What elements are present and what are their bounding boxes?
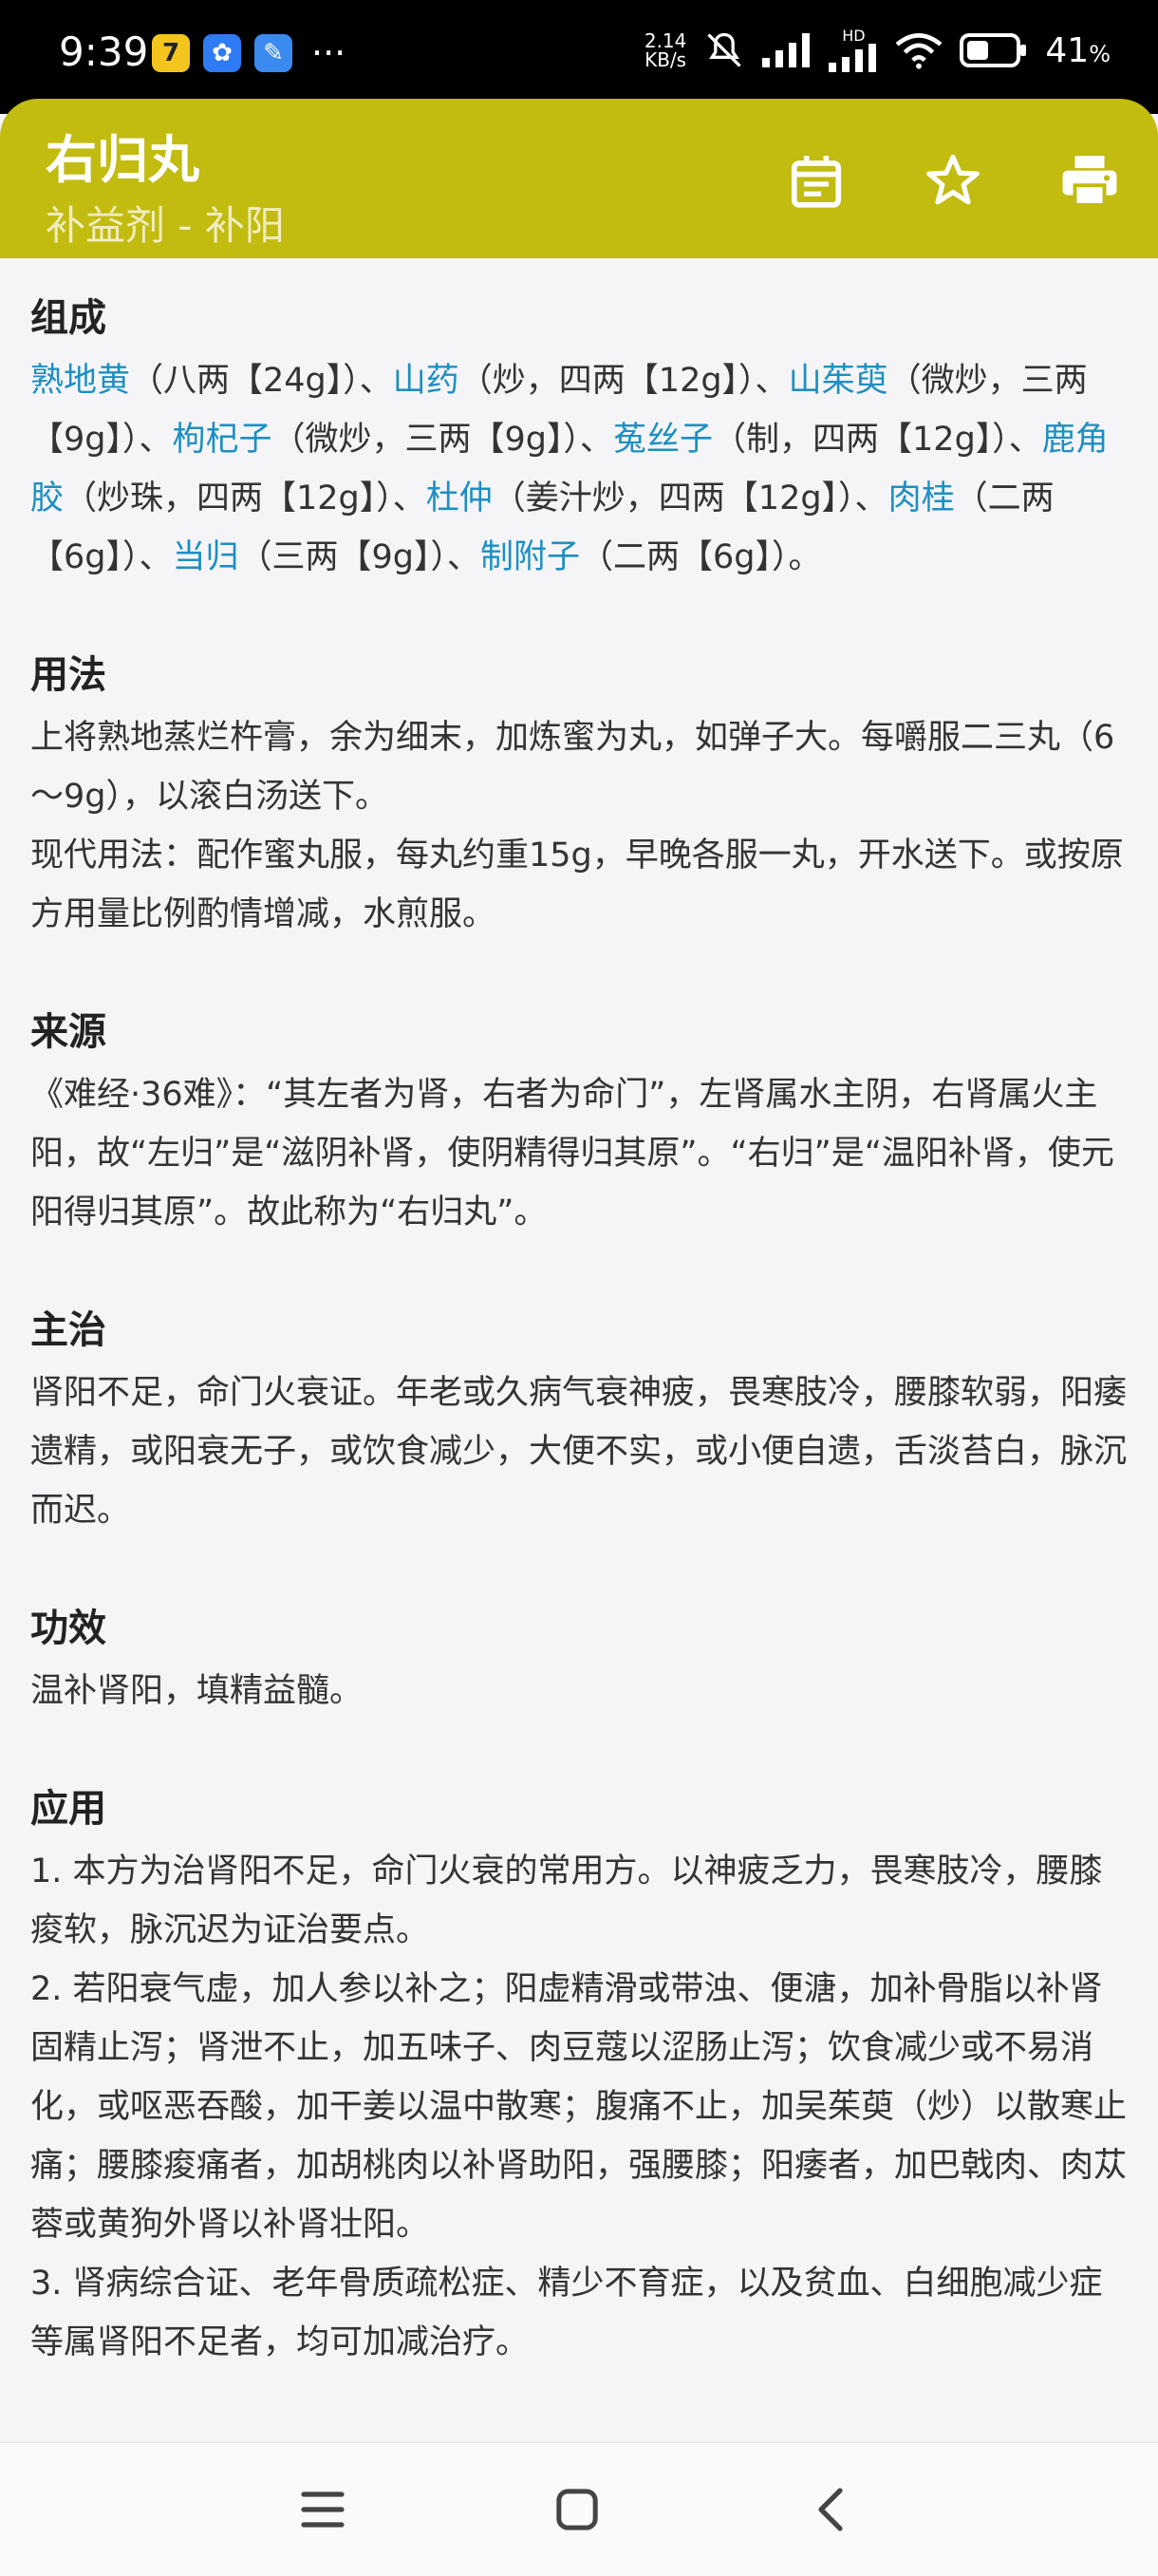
section-application: 应用 1. 本方为治肾阳不足，命门火衰的常用方。以神疲乏力，畏寒肢冷，腰膝痠软，… [30,1777,1131,2372]
herb-link[interactable]: 枸杞子 [173,421,272,459]
battery-percent: 41% [1045,30,1111,70]
notification-app-icon: ✎ [254,34,292,72]
favorite-button[interactable] [913,141,993,220]
signal-icon [762,33,811,67]
notification-app-icon: ✿ [203,34,241,72]
menu-nav-button[interactable] [294,2481,351,2538]
herb-link[interactable]: 熟地黄 [30,362,130,400]
status-right: 2.14 KB/s HD 41% [644,28,1111,72]
more-notifications-icon: ··· [311,32,346,74]
calendar-button[interactable] [776,141,856,220]
section-effect: 功效 温补肾阳，填精益髓。 [30,1597,1131,1720]
herb-link[interactable]: 杜仲 [426,479,493,517]
hd-signal: HD [829,28,878,72]
application-item: 1. 本方为治肾阳不足，命门火衰的常用方。以神疲乏力，畏寒肢冷，腰膝痠软，脉沉迟… [30,1852,1103,1949]
herb-link[interactable]: 山药 [393,362,459,400]
print-button[interactable] [1050,141,1130,220]
herb-dosage: （三两【9g】）、 [238,538,481,576]
herb-dosage: （制，四两【12g】）、 [713,421,1042,459]
section-title: 应用 [30,1787,106,1831]
signal-2-icon [829,44,877,72]
back-nav-button[interactable] [802,2481,859,2538]
section-title: 用法 [30,653,106,697]
printer-icon [1062,156,1117,207]
section-title: 来源 [30,1010,106,1054]
section-composition: 组成 熟地黄（八两【24g】）、山药（炒，四两【12g】）、山茱萸 （微炒，三两【… [30,287,1131,587]
page-subtitle: 补益剂 - 补阳 [46,202,285,249]
menu-icon [301,2491,345,2528]
herb-dosage: （炒，四两【12g】）、 [458,362,789,400]
page-title: 右归丸 [46,130,199,190]
application-item: 2. 若阳衰气虚，加人参以补之；阳虚精滑或带浊、便溏，加补骨脂以补肾固精止泻；肾… [30,1970,1128,2244]
app-bar: 右归丸 补益剂 - 补阳 [0,99,1158,258]
herb-dosage: （八两【24g】）、 [130,362,393,400]
herb-link[interactable]: 制附子 [480,538,580,576]
back-chevron-icon [818,2488,843,2531]
section-title: 功效 [30,1607,106,1650]
network-speed: 2.14 KB/s [644,29,687,71]
section-usage: 用法 上将熟地蒸烂杵膏，余为细末，加炼蜜为丸，如弹子大。每嚼服二三丸（6～9g）… [30,644,1131,944]
application-item: 3. 肾病综合证、老年骨质疏松症、精少不育症，以及贫血、白细胞减少症等属肾阳不足… [30,2265,1103,2361]
notification-icons: 7 ✿ ✎ ··· [152,34,346,72]
formula-content: 组成 熟地黄（八两【24g】）、山药（炒，四两【12g】）、山茱萸 （微炒，三两【… [30,287,1131,2429]
usage-modern-text: 现代用法：配作蜜丸服，每丸约重15g，早晚各服一丸，开水送下。或按原方用量比例酌… [30,837,1124,933]
herb-dosage: （炒珠，四两【12g】）、 [64,479,426,517]
status-bar: 9:39 7 ✿ ✎ ··· 2.14 KB/s HD 41% [0,0,1158,114]
usage-text: 上将熟地蒸烂杵膏，余为细末，加炼蜜为丸，如弹子大。每嚼服二三丸（6～9g），以滚… [30,719,1115,816]
star-icon [926,154,980,205]
section-source: 来源 《难经·36难》：“其左者为肾，右者为命门”，左肾属水主阴，右肾属火主阳，… [30,1001,1131,1242]
herb-link[interactable]: 菟丝子 [613,421,713,459]
herb-dosage: （姜汁炒，四两【12g】）、 [492,479,888,517]
calendar-icon [791,156,842,208]
herb-link[interactable]: 山茱萸 [789,362,888,400]
effect-text: 温补肾阳，填精益髓。 [30,1672,364,1710]
herb-dosage: （二两【6g】）。 [580,538,822,576]
mute-icon [707,32,742,67]
section-indication: 主治 肾阳不足，命门火衰证。年老或久病气衰神疲，畏寒肢冷，腰膝软弱，阳痿遗精，或… [30,1299,1131,1540]
herb-dosage: （微炒，三两【9g】）、 [271,421,614,459]
herb-link[interactable]: 当归 [173,538,239,576]
section-title: 主治 [30,1308,106,1352]
status-time: 9:39 [59,28,149,75]
home-nav-button[interactable] [549,2481,606,2538]
battery-icon [960,33,1027,67]
indication-text: 肾阳不足，命门火衰证。年老或久病气衰神疲，畏寒肢冷，腰膝软弱，阳痿遗精，或阳衰无… [30,1374,1128,1530]
notification-app-icon: 7 [152,34,190,72]
section-title: 组成 [30,296,106,340]
wifi-icon [896,33,943,69]
composition-text: 熟地黄（八两【24g】）、山药（炒，四两【12g】）、山茱萸 （微炒，三两【9g】… [30,351,1131,587]
source-text: 《难经·36难》：“其左者为肾，右者为命门”，左肾属水主阴，右肾属火主阳，故“左… [30,1076,1114,1232]
home-square-icon [556,2489,598,2530]
herb-link[interactable]: 肉桂 [888,479,955,517]
system-nav-bar [0,2442,1158,2576]
